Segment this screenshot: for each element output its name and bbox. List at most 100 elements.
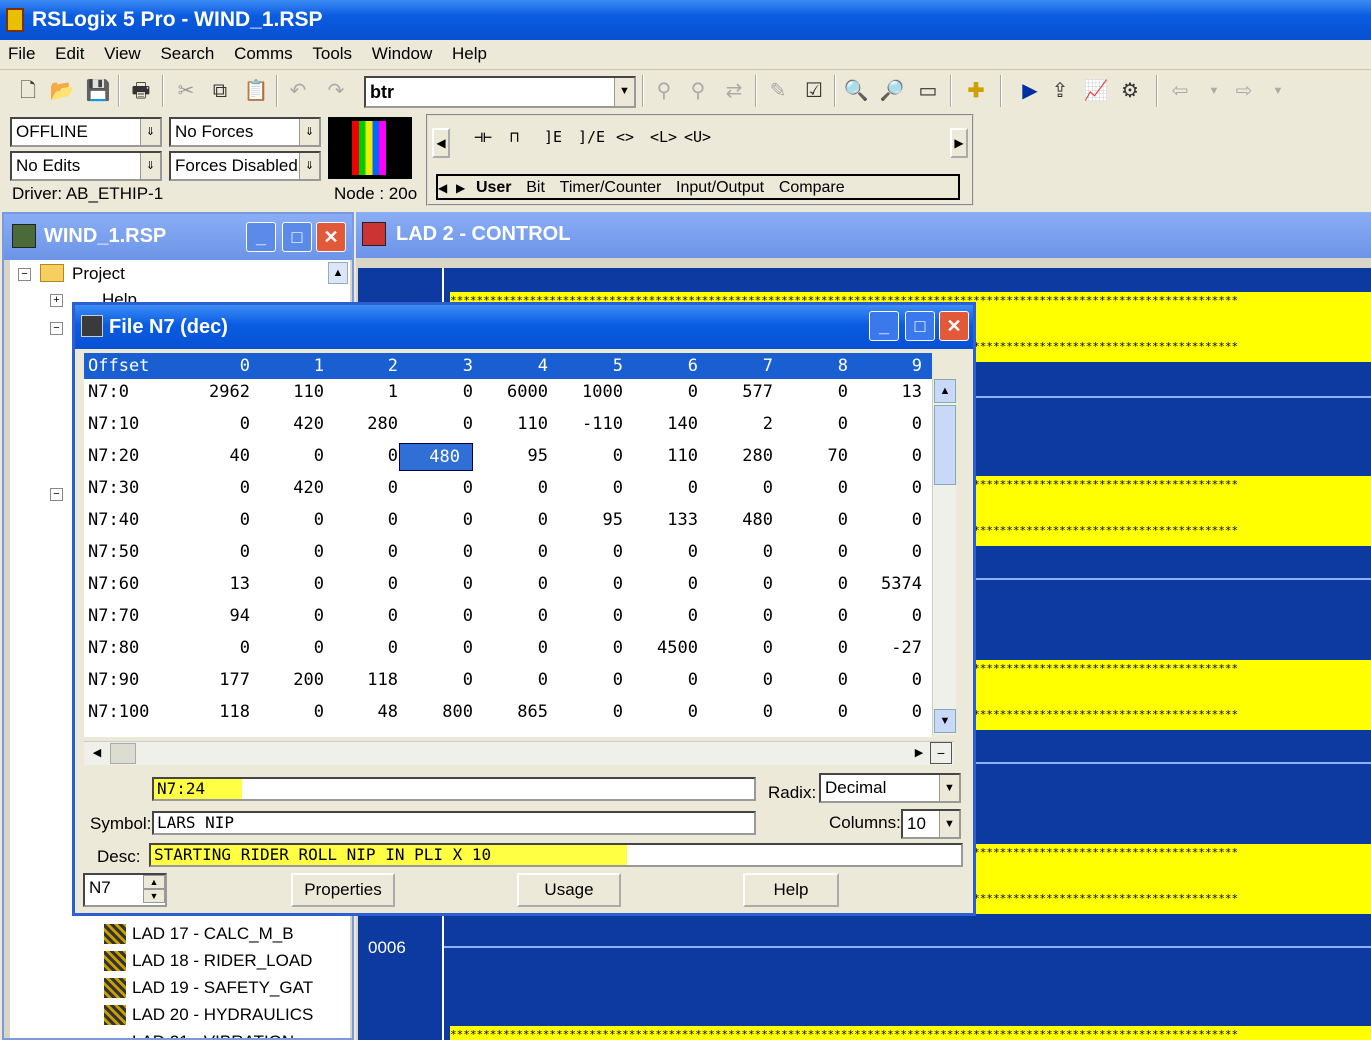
zoom-out-icon[interactable]: 🔎 — [878, 77, 906, 105]
print-icon[interactable]: 🖶 — [127, 77, 155, 105]
grid-cell[interactable]: 0 — [254, 603, 324, 629]
tree-item-lad-21[interactable]: LAD 21 - VIBRATION — [132, 1032, 294, 1038]
scroll-right-icon[interactable]: ▶ — [910, 742, 928, 764]
grid-cell[interactable]: 110 — [628, 443, 698, 469]
grid-cell[interactable]: 0 — [403, 539, 473, 565]
grid-cell[interactable]: 0 — [328, 603, 398, 629]
scroll-thumb[interactable] — [934, 405, 956, 485]
maximize-icon[interactable]: □ — [282, 222, 312, 252]
grid-cell[interactable]: 70 — [778, 443, 848, 469]
palette-right-arrow-icon[interactable]: ▶ — [950, 128, 968, 158]
grid-cell[interactable]: 865 — [478, 699, 548, 725]
scroll-thumb[interactable] — [110, 743, 136, 764]
grid-cell[interactable]: 800 — [403, 699, 473, 725]
zoom-in-icon[interactable]: 🔍 — [842, 77, 870, 105]
forces-dropdown[interactable]: No Forces ⇓ — [169, 117, 321, 147]
menu-view[interactable]: View — [104, 44, 141, 63]
grid-cell[interactable]: 0 — [778, 411, 848, 437]
grid-cell[interactable]: 118 — [328, 667, 398, 693]
grid-cell[interactable]: 0 — [254, 539, 324, 565]
grid-cell[interactable]: 1000 — [553, 379, 623, 405]
grid-cell[interactable]: 0 — [628, 667, 698, 693]
grid-cell[interactable]: 0 — [403, 571, 473, 597]
grid-cell[interactable]: 0 — [478, 667, 548, 693]
collapse-icon[interactable]: − — [50, 322, 63, 335]
cut-icon[interactable]: ✂ — [172, 77, 200, 105]
file-spinner[interactable]: N7 ▲ ▼ — [83, 873, 167, 907]
grid-cell[interactable]: 280 — [328, 411, 398, 437]
redo-icon[interactable]: ↷ — [322, 77, 350, 105]
grid-cell[interactable]: 0 — [553, 635, 623, 661]
grid-cell[interactable]: 0 — [254, 443, 324, 469]
menu-window[interactable]: Window — [372, 44, 432, 63]
properties-button[interactable]: Properties — [291, 873, 395, 907]
tree-item-lad-18[interactable]: LAD 18 - RIDER_LOAD — [132, 951, 312, 971]
grid-cell[interactable]: 0 — [478, 539, 548, 565]
add-rung-icon[interactable]: ✚ — [962, 77, 990, 105]
grid-cell[interactable]: 0 — [778, 475, 848, 501]
menu-edit[interactable]: Edit — [55, 44, 84, 63]
back-dropdown-icon[interactable]: ▼ — [1200, 77, 1228, 105]
properties-icon[interactable]: ⚙ — [1116, 77, 1144, 105]
grid-cell[interactable]: 0 — [403, 667, 473, 693]
xio-icon[interactable]: ]/E — [578, 128, 605, 146]
grid-cell[interactable]: 0 — [328, 571, 398, 597]
description-field[interactable]: STARTING RIDER ROLL NIP IN PLI X 10 — [149, 843, 963, 867]
collapse-icon[interactable]: − — [18, 268, 31, 281]
grid-cell[interactable]: 0 — [180, 475, 250, 501]
grid-cell[interactable]: 0 — [778, 603, 848, 629]
tab-scroll-right-icon[interactable]: ▶ — [456, 181, 465, 195]
grid-cell[interactable]: 118 — [180, 699, 250, 725]
grid-cell[interactable]: 0 — [703, 571, 773, 597]
grid-cell[interactable]: 0 — [553, 571, 623, 597]
tree-item-lad-19[interactable]: LAD 19 - SAFETY_GAT — [132, 978, 313, 998]
forces-enabled-dropdown[interactable]: Forces Disabled ⇓ — [169, 151, 321, 181]
tab-compare[interactable]: Compare — [779, 179, 845, 196]
grid-cell[interactable]: 0 — [180, 539, 250, 565]
tree-item-lad-17[interactable]: LAD 17 - CALC_M_B — [132, 924, 294, 944]
grid-cell[interactable]: 5374 — [852, 571, 922, 597]
grid-cell[interactable]: 0 — [180, 411, 250, 437]
grid-cell[interactable]: 0 — [778, 667, 848, 693]
grid-cell[interactable]: 0 — [553, 603, 623, 629]
grid-cell[interactable]: 200 — [254, 667, 324, 693]
grid-cell[interactable]: 0 — [778, 635, 848, 661]
grid-cell[interactable]: 0 — [628, 603, 698, 629]
grid-cell[interactable]: 420 — [254, 411, 324, 437]
chevron-down-icon[interactable]: ⇓ — [140, 153, 160, 179]
play-icon[interactable]: ▶ — [1016, 77, 1044, 105]
grid-cell[interactable]: 0 — [403, 475, 473, 501]
find-next-icon[interactable]: ⚲ — [684, 77, 712, 105]
help-button[interactable]: Help — [743, 873, 839, 907]
grid-cell[interactable]: 0 — [703, 539, 773, 565]
tab-scroll-left-icon[interactable]: ◀ — [438, 181, 447, 195]
minimize-icon[interactable]: _ — [246, 222, 276, 252]
mode-dropdown[interactable]: OFFLINE ⇓ — [10, 117, 162, 147]
grid-cell[interactable]: 0 — [478, 603, 548, 629]
scroll-up-icon[interactable]: ▲ — [934, 379, 956, 403]
replace-icon[interactable]: ⇄ — [720, 77, 748, 105]
otl-icon[interactable]: <L> — [650, 128, 677, 146]
grid-cell[interactable]: 95 — [478, 443, 548, 469]
scroll-down-icon[interactable]: ▼ — [934, 709, 956, 733]
grid-cell[interactable]: -110 — [553, 411, 623, 437]
grid-cell[interactable]: 0 — [254, 571, 324, 597]
grid-cell[interactable]: 0 — [553, 475, 623, 501]
data-grid[interactable]: Offset 0 1 2 3 4 5 6 7 8 9 N7:0 2962 110 1 0 6000 1000 0 57… — [84, 353, 932, 737]
trend-icon[interactable]: 📈 — [1082, 77, 1110, 105]
grid-cell[interactable]: 0 — [553, 667, 623, 693]
grid-cell[interactable]: 177 — [180, 667, 250, 693]
menu-tools[interactable]: Tools — [312, 44, 352, 63]
maximize-icon[interactable]: □ — [905, 311, 935, 341]
paste-icon[interactable]: 📋 — [242, 77, 270, 105]
grid-cell[interactable]: 0 — [553, 699, 623, 725]
menu-search[interactable]: Search — [160, 44, 214, 63]
radix-dropdown[interactable]: Decimal ▼ — [819, 773, 961, 803]
address-field[interactable]: N7:24 — [152, 777, 756, 801]
spin-up-icon[interactable]: ▲ — [143, 875, 165, 889]
grid-cell[interactable]: 0 — [478, 635, 548, 661]
rung-icon[interactable]: ⊣⊢ — [474, 128, 492, 146]
grid-cell[interactable]: 94 — [180, 603, 250, 629]
grid-cell[interactable]: 6000 — [478, 379, 548, 405]
menu-file[interactable]: File — [8, 44, 35, 63]
